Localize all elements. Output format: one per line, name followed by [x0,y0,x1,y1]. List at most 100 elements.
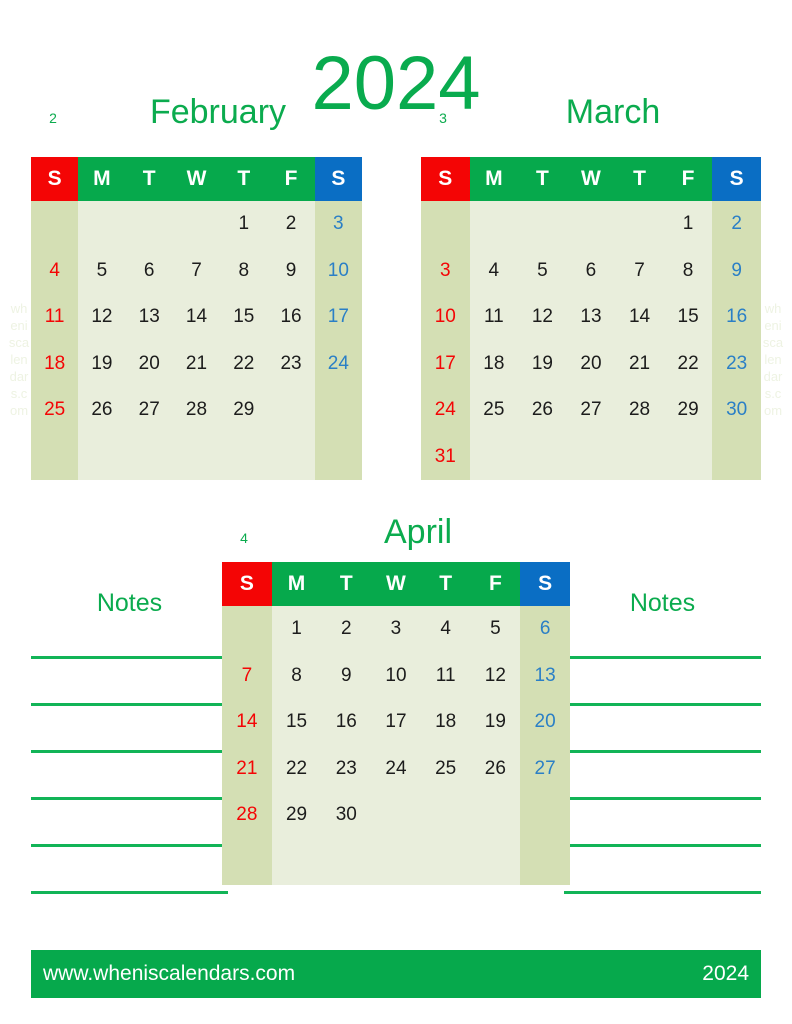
day-cell-april-24[interactable]: 24 [371,745,421,792]
day-cell-march-31[interactable]: 31 [421,433,470,480]
day-cell-march-7[interactable]: 7 [615,247,664,294]
day-cell-march-14[interactable]: 14 [615,294,664,341]
day-cell-april-2[interactable]: 2 [321,606,372,653]
day-cell-april-11[interactable]: 11 [420,652,471,699]
day-cell-april-4[interactable]: 4 [420,606,471,653]
day-cell-march-8[interactable]: 8 [663,247,713,294]
note-line[interactable] [31,656,228,659]
day-cell-april-20[interactable]: 20 [520,699,570,746]
day-cell-march-25[interactable]: 25 [469,387,519,434]
day-cell-february-6[interactable]: 6 [125,247,173,294]
day-cell-april-30[interactable]: 30 [321,792,372,839]
day-cell-february-13[interactable]: 13 [125,294,173,341]
day-cell-april-19[interactable]: 19 [470,699,521,746]
day-cell-april-7[interactable]: 7 [222,652,272,699]
notes-lines-left[interactable] [31,656,228,894]
day-cell-march-22[interactable]: 22 [663,340,713,387]
day-cell-march-13[interactable]: 13 [566,294,616,341]
notes-lines-right[interactable] [564,656,761,894]
day-cell-march-3[interactable]: 3 [421,247,470,294]
day-cell-february-25[interactable]: 25 [31,387,79,434]
note-line[interactable] [31,891,228,894]
note-line[interactable] [564,656,761,659]
day-cell-february-4[interactable]: 4 [31,247,79,294]
day-cell-february-18[interactable]: 18 [31,340,79,387]
day-cell-april-15[interactable]: 15 [271,699,322,746]
day-cell-march-21[interactable]: 21 [615,340,664,387]
note-line[interactable] [31,750,228,753]
day-cell-march-4[interactable]: 4 [469,247,519,294]
day-cell-march-6[interactable]: 6 [566,247,616,294]
day-cell-march-26[interactable]: 26 [518,387,567,434]
day-cell-april-13[interactable]: 13 [520,652,570,699]
day-cell-february-9[interactable]: 9 [267,247,315,294]
day-cell-april-27[interactable]: 27 [520,745,570,792]
note-line[interactable] [31,797,228,800]
day-cell-february-24[interactable]: 24 [314,340,362,387]
day-cell-march-29[interactable]: 29 [663,387,713,434]
day-cell-february-15[interactable]: 15 [220,294,268,341]
day-cell-february-20[interactable]: 20 [125,340,173,387]
day-cell-april-8[interactable]: 8 [271,652,322,699]
day-cell-march-18[interactable]: 18 [469,340,519,387]
day-cell-february-12[interactable]: 12 [78,294,126,341]
day-cell-april-5[interactable]: 5 [470,606,521,653]
note-line[interactable] [564,797,761,800]
day-cell-march-17[interactable]: 17 [421,340,470,387]
day-cell-march-19[interactable]: 19 [518,340,567,387]
day-cell-february-2[interactable]: 2 [267,201,315,248]
day-cell-april-16[interactable]: 16 [321,699,372,746]
day-cell-april-3[interactable]: 3 [371,606,421,653]
day-cell-april-21[interactable]: 21 [222,745,272,792]
day-cell-april-26[interactable]: 26 [470,745,521,792]
note-line[interactable] [564,703,761,706]
day-cell-february-26[interactable]: 26 [78,387,126,434]
day-cell-february-5[interactable]: 5 [78,247,126,294]
day-cell-february-16[interactable]: 16 [267,294,315,341]
day-cell-march-27[interactable]: 27 [566,387,616,434]
day-cell-march-24[interactable]: 24 [421,387,470,434]
day-cell-february-8[interactable]: 8 [220,247,268,294]
day-cell-february-14[interactable]: 14 [172,294,221,341]
day-cell-april-18[interactable]: 18 [420,699,471,746]
day-cell-april-29[interactable]: 29 [271,792,322,839]
day-cell-march-30[interactable]: 30 [712,387,761,434]
day-cell-march-23[interactable]: 23 [712,340,761,387]
day-cell-february-27[interactable]: 27 [125,387,173,434]
day-cell-february-17[interactable]: 17 [314,294,362,341]
day-cell-february-29[interactable]: 29 [220,387,268,434]
day-cell-april-23[interactable]: 23 [321,745,372,792]
day-cell-april-14[interactable]: 14 [222,699,272,746]
note-line[interactable] [31,844,228,847]
day-cell-april-12[interactable]: 12 [470,652,521,699]
day-cell-march-11[interactable]: 11 [469,294,519,341]
day-cell-february-22[interactable]: 22 [220,340,268,387]
day-cell-april-6[interactable]: 6 [520,606,570,653]
day-cell-april-25[interactable]: 25 [420,745,471,792]
day-cell-march-15[interactable]: 15 [663,294,713,341]
day-cell-march-16[interactable]: 16 [712,294,761,341]
day-cell-february-1[interactable]: 1 [220,201,268,248]
day-cell-february-7[interactable]: 7 [172,247,221,294]
day-cell-march-10[interactable]: 10 [421,294,470,341]
day-cell-february-19[interactable]: 19 [78,340,126,387]
day-cell-march-2[interactable]: 2 [712,201,761,248]
note-line[interactable] [31,703,228,706]
day-cell-april-22[interactable]: 22 [271,745,322,792]
note-line[interactable] [564,750,761,753]
day-cell-march-1[interactable]: 1 [663,201,713,248]
day-cell-february-3[interactable]: 3 [314,201,362,248]
day-cell-march-28[interactable]: 28 [615,387,664,434]
note-line[interactable] [564,844,761,847]
day-cell-march-9[interactable]: 9 [712,247,761,294]
day-cell-february-28[interactable]: 28 [172,387,221,434]
day-cell-april-9[interactable]: 9 [321,652,372,699]
day-cell-april-28[interactable]: 28 [222,792,272,839]
day-cell-march-20[interactable]: 20 [566,340,616,387]
day-cell-february-11[interactable]: 11 [31,294,79,341]
day-cell-april-17[interactable]: 17 [371,699,421,746]
footer-website-url[interactable]: www.wheniscalendars.com [43,962,295,986]
day-cell-february-23[interactable]: 23 [267,340,315,387]
note-line[interactable] [564,891,761,894]
day-cell-april-1[interactable]: 1 [271,606,322,653]
